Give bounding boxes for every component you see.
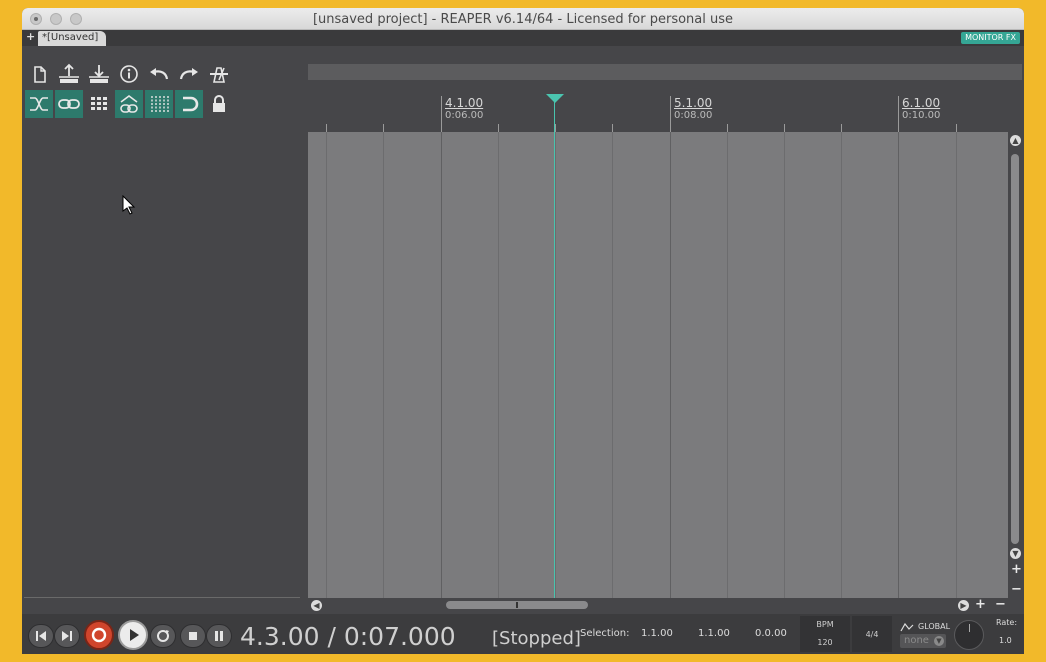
bpm-label: BPM bbox=[816, 620, 834, 629]
automation-mode-select[interactable]: none ▼ bbox=[900, 634, 946, 648]
zoom-in-vertical-icon[interactable]: + bbox=[1011, 563, 1022, 576]
grid-line bbox=[784, 132, 785, 598]
repeat-button[interactable] bbox=[150, 624, 176, 648]
horizontal-scrollbar[interactable]: ◀ ▶ + − bbox=[308, 598, 1022, 612]
grid-line bbox=[727, 132, 728, 598]
scroll-right-icon[interactable]: ▶ bbox=[958, 600, 969, 611]
envelope-icon bbox=[900, 622, 914, 632]
ruler-bar-label: 4.1.00 bbox=[445, 96, 484, 110]
selection-label: Selection: bbox=[580, 628, 630, 639]
snap-grid-icon[interactable] bbox=[145, 90, 173, 118]
ruler-tick bbox=[784, 124, 785, 132]
scroll-up-icon[interactable]: ▲ bbox=[1010, 135, 1021, 146]
zoom-out-horizontal-icon[interactable]: − bbox=[995, 598, 1006, 611]
new-project-icon[interactable] bbox=[25, 60, 53, 88]
stop-button[interactable] bbox=[180, 624, 206, 648]
undo-icon[interactable] bbox=[145, 60, 173, 88]
ruler-marker-5: 5.1.00 0:08.00 bbox=[670, 96, 713, 132]
automation-mode-value: none bbox=[904, 635, 929, 646]
track-area[interactable] bbox=[308, 132, 1008, 598]
ruler-time-label: 0:10.00 bbox=[902, 110, 941, 121]
vertical-scrollbar[interactable]: ▲ ▼ + − bbox=[1008, 132, 1022, 598]
grid-line bbox=[441, 132, 442, 598]
selection-end[interactable]: 1.1.00 bbox=[698, 628, 730, 639]
monitor-fx-button[interactable]: MONITOR FX bbox=[961, 32, 1020, 44]
scroll-down-icon[interactable]: ▼ bbox=[1010, 548, 1021, 559]
lock-icon[interactable] bbox=[205, 90, 233, 118]
ruler-tick bbox=[956, 124, 957, 132]
ruler-tick bbox=[498, 124, 499, 132]
rate-value[interactable]: 1.0 bbox=[999, 636, 1012, 645]
mouse-cursor-icon bbox=[122, 195, 136, 215]
item-grouping-icon[interactable] bbox=[115, 90, 143, 118]
project-settings-icon[interactable] bbox=[115, 60, 143, 88]
save-project-icon[interactable] bbox=[55, 60, 83, 88]
grid-line bbox=[841, 132, 842, 598]
position-display[interactable]: 4.3.00 / 0:07.000 bbox=[240, 622, 456, 651]
go-to-end-icon[interactable] bbox=[54, 624, 80, 648]
selection-start[interactable]: 1.1.00 bbox=[641, 628, 673, 639]
grid-line bbox=[555, 132, 556, 598]
new-tab-button[interactable]: + bbox=[26, 30, 35, 43]
selection-length[interactable]: 0.0.00 bbox=[755, 628, 787, 639]
edit-cursor bbox=[554, 100, 555, 598]
track-control-panel[interactable] bbox=[22, 46, 308, 606]
grouping-icon[interactable] bbox=[55, 90, 83, 118]
ruler-marker-4: 4.1.00 0:06.00 bbox=[441, 96, 484, 132]
region-lane[interactable] bbox=[308, 64, 1022, 80]
ruler-tick bbox=[555, 124, 556, 132]
bpm-box[interactable]: BPM 120 bbox=[800, 616, 850, 652]
ruler-time-label: 0:08.00 bbox=[674, 110, 713, 121]
ruler-tick bbox=[612, 124, 613, 132]
ruler-tick bbox=[727, 124, 728, 132]
ruler-bar-label: 6.1.00 bbox=[902, 96, 941, 110]
chevron-down-icon: ▼ bbox=[934, 636, 944, 646]
vertical-scroll-thumb[interactable] bbox=[1011, 154, 1019, 544]
play-button[interactable] bbox=[118, 620, 148, 650]
playrate-knob[interactable] bbox=[954, 620, 984, 650]
project-tab-strip: + *[Unsaved] MONITOR FX bbox=[22, 30, 1024, 46]
bpm-value[interactable]: 120 bbox=[800, 638, 850, 647]
ruler-tick bbox=[841, 124, 842, 132]
grid-icon[interactable] bbox=[85, 90, 113, 118]
pause-button[interactable] bbox=[206, 624, 232, 648]
time-signature-box[interactable]: 4/4 bbox=[852, 616, 892, 652]
ripple-edit-icon[interactable] bbox=[25, 90, 53, 118]
window-title: [unsaved project] - REAPER v6.14/64 - Li… bbox=[312, 12, 734, 27]
snap-icon[interactable] bbox=[175, 90, 203, 118]
time-signature[interactable]: 4/4 bbox=[852, 630, 892, 639]
transport-bar: 4.3.00 / 0:07.000 [Stopped] Selection: 1… bbox=[22, 614, 1024, 654]
scroll-left-icon[interactable]: ◀ bbox=[311, 600, 322, 611]
zoom-in-horizontal-icon[interactable]: + bbox=[975, 598, 986, 611]
ruler-marker-6: 6.1.00 0:10.00 bbox=[898, 96, 941, 132]
title-bar: [unsaved project] - REAPER v6.14/64 - Li… bbox=[22, 8, 1024, 30]
grid-line bbox=[612, 132, 613, 598]
grid-line bbox=[898, 132, 899, 598]
timeline-ruler[interactable]: 4.1.00 0:06.00 5.1.00 0:08.00 6.1.00 0:1… bbox=[308, 92, 1022, 132]
playhead-handle[interactable] bbox=[546, 94, 564, 103]
redo-icon[interactable] bbox=[175, 60, 203, 88]
ruler-bar-label: 5.1.00 bbox=[674, 96, 713, 110]
tcp-divider bbox=[24, 597, 300, 598]
grid-line bbox=[326, 132, 327, 598]
zoom-out-vertical-icon[interactable]: − bbox=[1011, 583, 1022, 596]
record-button[interactable] bbox=[84, 620, 114, 650]
grid-line bbox=[383, 132, 384, 598]
ruler-tick bbox=[383, 124, 384, 132]
ruler-tick bbox=[326, 124, 327, 132]
ruler-time-label: 0:06.00 bbox=[445, 110, 484, 121]
horizontal-scroll-thumb[interactable] bbox=[446, 601, 588, 609]
reaper-window: [unsaved project] - REAPER v6.14/64 - Li… bbox=[22, 8, 1024, 654]
grid-line bbox=[670, 132, 671, 598]
grid-line bbox=[498, 132, 499, 598]
transport-state: [Stopped] bbox=[492, 628, 581, 649]
global-automation-label[interactable]: GLOBAL bbox=[918, 622, 950, 631]
rate-label: Rate: bbox=[996, 618, 1018, 627]
metronome-icon[interactable] bbox=[205, 60, 233, 88]
project-tab[interactable]: *[Unsaved] bbox=[38, 31, 107, 46]
open-project-icon[interactable] bbox=[85, 60, 113, 88]
go-to-start-icon[interactable] bbox=[28, 624, 54, 648]
grid-line bbox=[956, 132, 957, 598]
